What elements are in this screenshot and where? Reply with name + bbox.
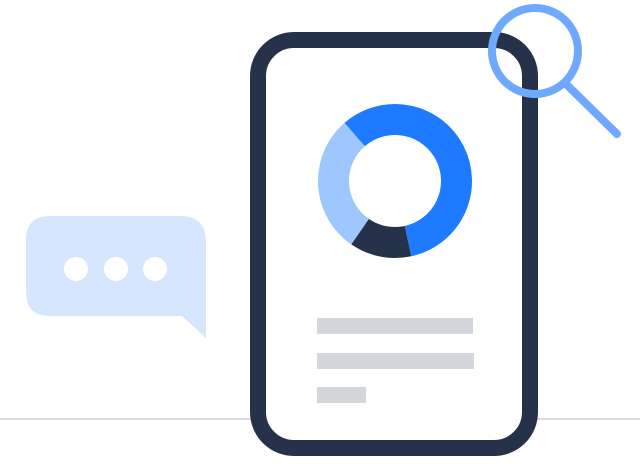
text-line-1 xyxy=(317,318,473,334)
typing-dot-2 xyxy=(104,257,128,281)
document-analysis-illustration xyxy=(0,4,640,456)
chat-bubble-icon xyxy=(26,216,206,338)
text-line-2 xyxy=(317,353,474,369)
typing-dot-1 xyxy=(64,257,88,281)
donut-segment-2 xyxy=(351,218,412,258)
text-line-3 xyxy=(317,387,366,403)
typing-dot-3 xyxy=(143,257,167,281)
